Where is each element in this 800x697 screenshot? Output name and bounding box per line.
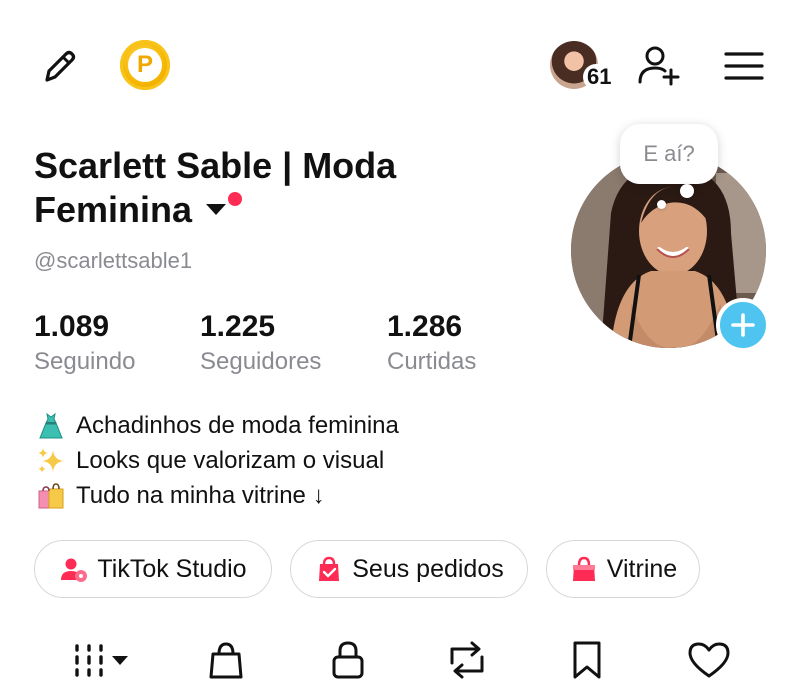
followers-label[interactable]: Seguidores [200, 348, 321, 376]
bio-line: Achadinhos de moda feminina [34, 409, 399, 443]
coin-letter: P [128, 48, 162, 82]
bubble-tail-dot [657, 200, 666, 209]
activity-count-badge: 61 [583, 64, 616, 90]
bio-line: Tudo na minha vitrine ↓ [34, 479, 325, 513]
bio-line: Looks que valorizam o visual [34, 444, 384, 478]
menu-hamburger-icon[interactable] [722, 48, 766, 84]
orders-bag-icon [319, 556, 340, 581]
account-switch-caret-icon[interactable] [206, 203, 227, 215]
edit-pencil-icon[interactable] [36, 44, 82, 90]
add-friend-icon[interactable] [636, 42, 682, 88]
plus-icon [731, 313, 755, 337]
tab-reposts[interactable] [440, 635, 494, 685]
tab-videos[interactable] [62, 635, 138, 685]
following-count[interactable]: 1.089 [34, 310, 109, 344]
your-orders-button[interactable]: Seus pedidos [290, 540, 528, 598]
studio-person-icon [61, 558, 88, 582]
following-label[interactable]: Seguindo [34, 348, 135, 376]
profile-note-bubble[interactable]: E aí? [620, 124, 718, 184]
tab-shop[interactable] [200, 635, 252, 685]
bio-text: Achadinhos de moda feminina [76, 412, 399, 439]
tiktok-studio-button[interactable]: TikTok Studio [34, 540, 272, 598]
bio-text: Tudo na minha vitrine ↓ [76, 482, 325, 509]
bookmark-icon [573, 641, 601, 679]
bio-text: Looks que valorizam o visual [76, 447, 385, 474]
repost-icon [450, 641, 484, 679]
display-name-line-2: Feminina [34, 189, 193, 230]
shopping-bag-icon [209, 642, 243, 679]
profile-username: @scarlettsable1 [34, 248, 193, 273]
likes-label[interactable]: Curtidas [387, 348, 476, 376]
showcase-bag-icon [572, 556, 595, 581]
showcase-button[interactable]: Vitrine [546, 540, 700, 598]
likes-count[interactable]: 1.286 [387, 310, 462, 344]
coins-icon[interactable]: P [120, 40, 170, 90]
profile-note-text: E aí? [643, 141, 695, 166]
new-notification-dot [228, 192, 243, 206]
videos-grid-icon [75, 644, 128, 677]
showcase-label: Vitrine [606, 554, 678, 583]
profile-screen: P 61 Scarlett Sable | Moda Feminina @sca… [0, 0, 800, 697]
tab-private[interactable] [322, 635, 374, 685]
bubble-tail-dot [680, 184, 694, 198]
tiktok-studio-label: TikTok Studio [97, 554, 247, 583]
shopping-bags-icon [34, 481, 68, 511]
tab-favorites[interactable] [562, 635, 612, 685]
profile-display-name[interactable]: Scarlett Sable | Moda Feminina [34, 144, 534, 232]
heart-icon [688, 642, 730, 678]
sparkles-icon [34, 446, 68, 476]
dress-icon [34, 411, 68, 441]
add-story-plus-button[interactable] [716, 298, 770, 352]
display-name-line-1: Scarlett Sable | Moda [34, 145, 397, 186]
tab-liked[interactable] [682, 635, 736, 685]
followers-count[interactable]: 1.225 [200, 310, 275, 344]
your-orders-label: Seus pedidos [352, 554, 504, 583]
lock-icon [332, 641, 364, 679]
